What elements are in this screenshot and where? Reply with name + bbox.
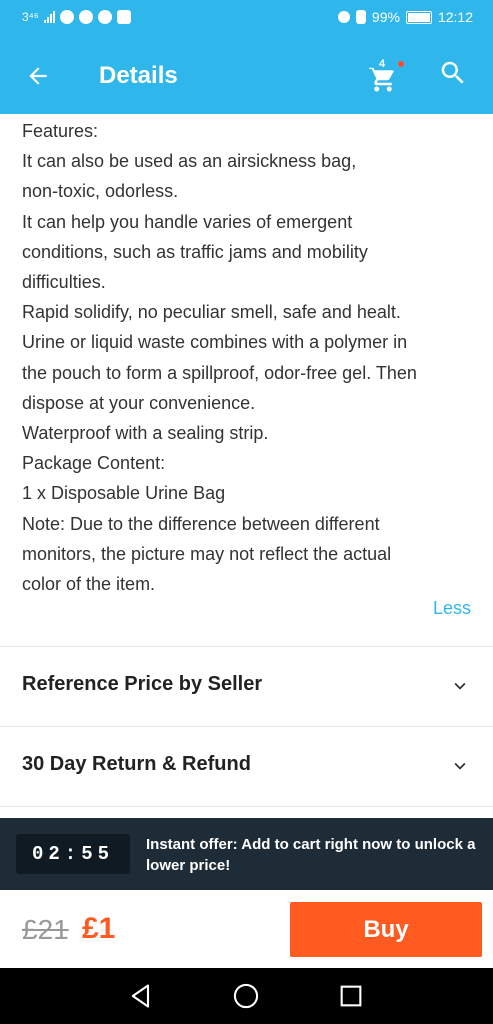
cart-count-badge: 4 (379, 58, 386, 70)
reference-price-section[interactable]: Reference Price by Seller (0, 647, 493, 725)
clock: 12:12 (437, 9, 473, 25)
notification-dot (398, 61, 404, 67)
status-left: 3⁴⁶ (22, 10, 131, 24)
return-refund-section[interactable]: 30 Day Return & Refund (0, 727, 493, 805)
description-line: dispose at your convenience. (22, 392, 256, 413)
offer-text: Instant offer: Add to cart right now to … (146, 836, 476, 874)
status-bar: 3⁴⁶ 99% 12:12 (0, 0, 493, 38)
buy-button[interactable]: Buy (290, 902, 482, 957)
description-line: Package Content: (22, 453, 166, 474)
countdown-timer: 02:55 (16, 834, 130, 874)
status-right: 99% 12:12 (337, 9, 473, 25)
gallery-icon (116, 10, 131, 24)
instant-offer-banner: 02:55 Instant offer: Add to cart right n… (0, 818, 493, 890)
description-line: the pouch to form a spillproof, odor-fre… (22, 362, 417, 383)
facebook-icon (78, 10, 93, 24)
description-line: color of the item. (22, 574, 156, 595)
system-nav-bar (0, 968, 493, 1024)
description-line: Note: Due to the difference between diff… (22, 513, 380, 534)
product-description: Features: It can also be used as an airs… (22, 116, 482, 599)
arrow-back-icon (29, 67, 47, 85)
description-line: It can also be used as an airsickness ba… (22, 151, 357, 172)
page-title: Details (99, 62, 178, 89)
purchase-bar: £21 £1 Buy (0, 890, 493, 968)
recents-square-icon[interactable] (337, 982, 365, 1010)
eye-icon (337, 11, 350, 23)
section-label: 30 Day Return & Refund (22, 753, 251, 775)
back-button[interactable] (20, 58, 56, 94)
description-line: non-toxic, odorless. (22, 181, 179, 202)
less-link[interactable]: Less (433, 598, 471, 619)
description-line: difficulties. (22, 272, 106, 293)
divider (0, 806, 493, 807)
search-icon (441, 61, 464, 84)
description-line: Waterproof with a sealing strip. (22, 423, 269, 444)
home-circle-icon[interactable] (232, 982, 260, 1010)
wish-icon (97, 10, 112, 24)
chevron-down-icon (454, 682, 466, 690)
messenger-icon (59, 10, 74, 24)
vibrate-icon (355, 10, 366, 24)
signal-icon (43, 11, 55, 23)
description-line: 1 x Disposable Urine Bag (22, 483, 226, 504)
section-label: Reference Price by Seller (22, 673, 263, 695)
app-bar: Details 4 (0, 38, 493, 114)
original-price: £21 (22, 914, 69, 945)
sale-price: £1 (82, 912, 116, 945)
network-type: 3⁴⁶ (22, 10, 39, 24)
battery-icon (405, 10, 432, 24)
description-line: Urine or liquid waste combines with a po… (22, 332, 408, 353)
back-triangle-icon[interactable] (127, 982, 155, 1010)
description-line: monitors, the picture may not reflect th… (22, 543, 392, 564)
description-line: conditions, such as traffic jams and mob… (22, 241, 368, 262)
battery-percent: 99% (371, 9, 400, 25)
cart-button[interactable]: 4 (366, 56, 406, 96)
description-line: Features: (22, 121, 99, 141)
description-line: Rapid solidify, no peculiar smell, safe … (22, 302, 401, 323)
description-line: It can help you handle varies of emergen… (22, 211, 353, 232)
chevron-down-icon (454, 762, 466, 770)
search-button[interactable] (438, 58, 474, 94)
